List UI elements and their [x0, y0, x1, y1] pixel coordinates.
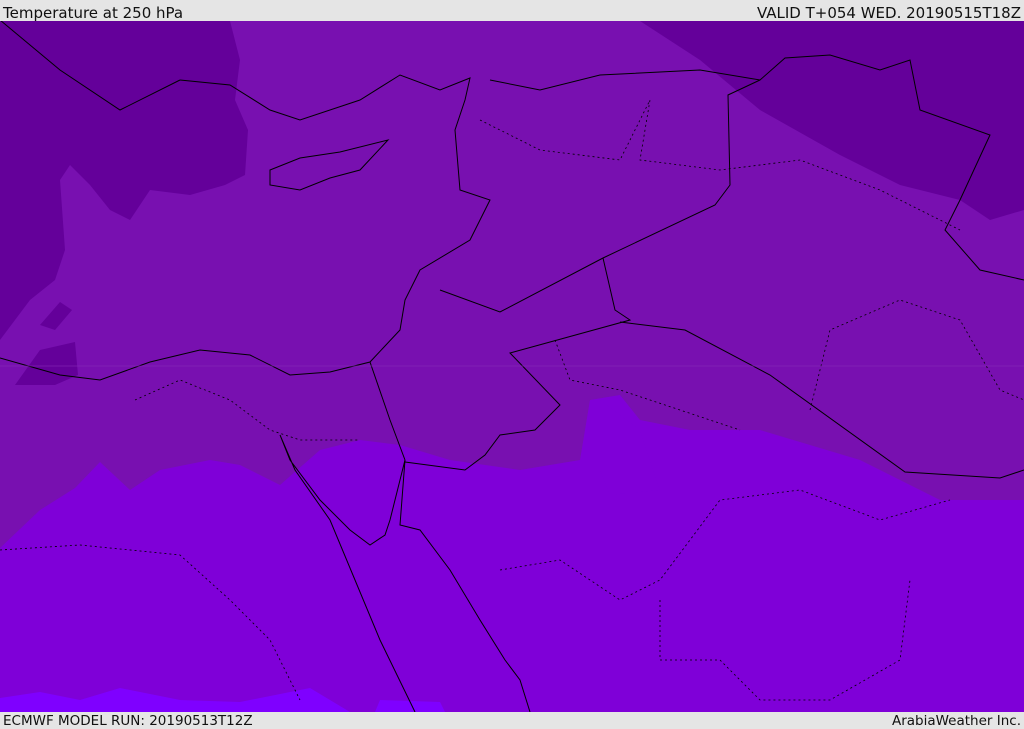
map-title: Temperature at 250 hPa: [3, 4, 184, 22]
model-run: ECMWF MODEL RUN: 20190513T12Z: [3, 713, 253, 729]
header-bar: Temperature at 250 hPa VALID T+054 WED. …: [0, 0, 1024, 22]
valid-time: VALID T+054 WED. 20190515T18Z: [756, 4, 1021, 22]
temperature-map[interactable]: [0, 21, 1024, 712]
credit: ArabiaWeather Inc.: [891, 713, 1021, 729]
footer-bar: ECMWF MODEL RUN: 20190513T12Z ArabiaWeat…: [0, 712, 1024, 729]
